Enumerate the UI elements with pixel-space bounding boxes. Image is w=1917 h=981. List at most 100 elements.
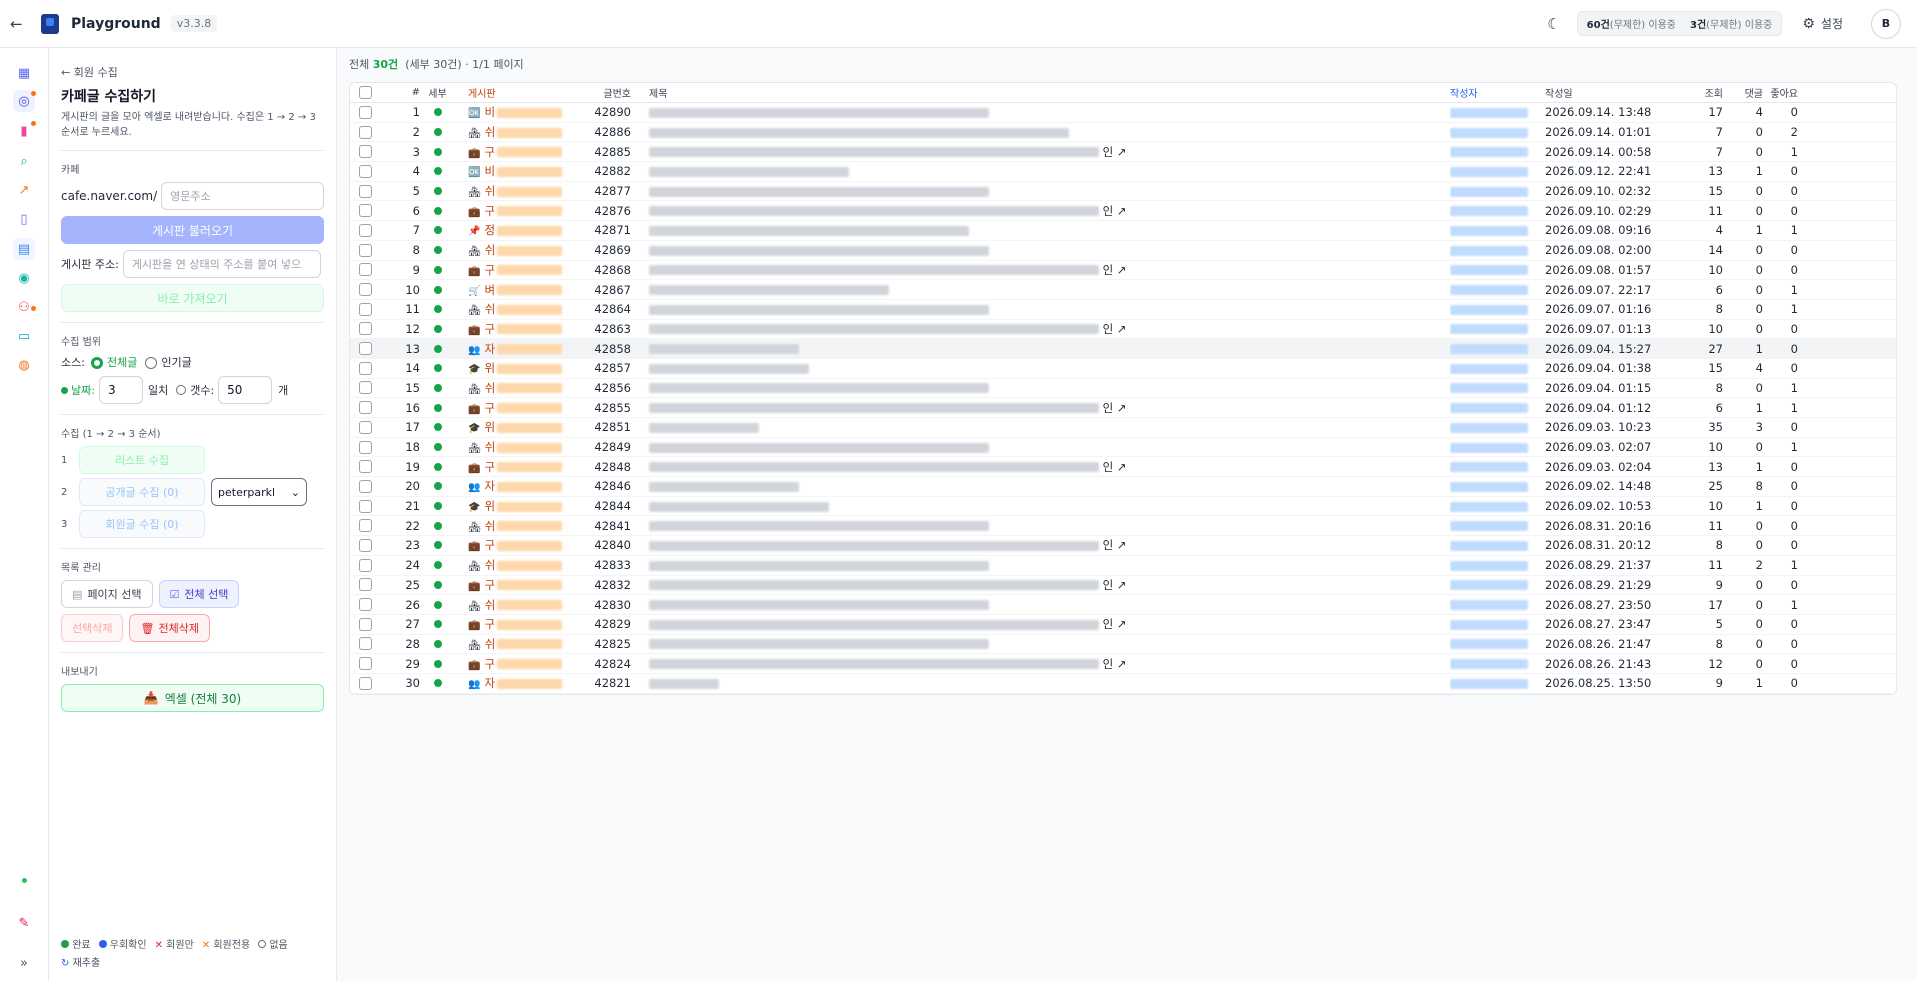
row-checkbox[interactable] bbox=[358, 204, 372, 218]
row-checkbox[interactable] bbox=[358, 105, 372, 119]
select-all-checkbox[interactable] bbox=[358, 86, 372, 99]
post-title-link[interactable] bbox=[635, 125, 1450, 139]
post-title-link[interactable] bbox=[635, 598, 1450, 612]
table-row[interactable]: 29 💼 구 42824 인 ↗ 2026.08.26. 21:43 12 0 0 bbox=[350, 654, 1896, 674]
list-collect-button[interactable]: 리스트 수집 bbox=[79, 446, 205, 474]
direct-fetch-button[interactable]: 바로 가져오기 bbox=[61, 284, 324, 312]
row-checkbox[interactable] bbox=[358, 637, 372, 651]
author-link[interactable] bbox=[1450, 204, 1545, 218]
post-title-link[interactable] bbox=[635, 676, 1450, 690]
chat-icon[interactable]: ◍ bbox=[13, 354, 35, 376]
table-row[interactable]: 24 🏘 쉬 42833 2026.08.29. 21:37 11 2 1 bbox=[350, 556, 1896, 576]
author-link[interactable] bbox=[1450, 499, 1545, 513]
excel-export-button[interactable]: 📥 엑셀 (전체 30) bbox=[61, 684, 324, 712]
post-title-link[interactable] bbox=[635, 361, 1450, 375]
source-all-radio[interactable]: 전체글 bbox=[90, 354, 137, 370]
row-checkbox[interactable] bbox=[358, 617, 372, 631]
table-row[interactable]: 15 🏘 쉬 42856 2026.09.04. 01:15 8 0 1 bbox=[350, 379, 1896, 399]
post-title-link[interactable]: 인 ↗ bbox=[635, 616, 1450, 632]
row-checkbox[interactable] bbox=[358, 283, 372, 297]
row-checkbox[interactable] bbox=[358, 381, 372, 395]
post-title-link[interactable]: 인 ↗ bbox=[635, 203, 1450, 219]
post-title-link[interactable] bbox=[635, 164, 1450, 178]
author-link[interactable] bbox=[1450, 578, 1545, 592]
dark-mode-icon[interactable]: ☾ bbox=[1547, 15, 1560, 33]
row-checkbox[interactable] bbox=[358, 479, 372, 493]
grid-icon[interactable]: ▦ bbox=[13, 62, 35, 84]
author-link[interactable] bbox=[1450, 223, 1545, 237]
author-link[interactable] bbox=[1450, 460, 1545, 474]
row-checkbox[interactable] bbox=[358, 184, 372, 198]
row-checkbox[interactable] bbox=[358, 322, 372, 336]
member-collect-button[interactable]: 회원글 수집 (0) bbox=[79, 510, 205, 538]
table-row[interactable]: 8 🏘 쉬 42869 2026.09.08. 02:00 14 0 0 bbox=[350, 241, 1896, 261]
table-row[interactable]: 25 💼 구 42832 인 ↗ 2026.08.29. 21:29 9 0 0 bbox=[350, 576, 1896, 596]
post-title-link[interactable] bbox=[635, 558, 1450, 572]
breadcrumb[interactable]: ← 회원 수집 bbox=[61, 64, 324, 80]
table-row[interactable]: 9 💼 구 42868 인 ↗ 2026.09.08. 01:57 10 0 0 bbox=[350, 261, 1896, 281]
author-link[interactable] bbox=[1450, 283, 1545, 297]
author-link[interactable] bbox=[1450, 598, 1545, 612]
row-checkbox[interactable] bbox=[358, 440, 372, 454]
author-link[interactable] bbox=[1450, 184, 1545, 198]
table-row[interactable]: 28 🏘 쉬 42825 2026.08.26. 21:47 8 0 0 bbox=[350, 635, 1896, 655]
table-row[interactable]: 22 🏘 쉬 42841 2026.08.31. 20:16 11 0 0 bbox=[350, 516, 1896, 537]
table-row[interactable]: 20 👥 자 42846 2026.09.02. 14:48 25 8 0 bbox=[350, 477, 1896, 497]
post-title-link[interactable] bbox=[635, 519, 1450, 533]
date-input[interactable]: 3 bbox=[98, 376, 143, 404]
row-checkbox[interactable] bbox=[358, 657, 372, 671]
author-link[interactable] bbox=[1450, 164, 1545, 178]
row-checkbox[interactable] bbox=[358, 499, 372, 513]
row-checkbox[interactable] bbox=[358, 676, 372, 690]
author-link[interactable] bbox=[1450, 263, 1545, 277]
count-input[interactable]: 50 bbox=[218, 376, 273, 404]
table-row[interactable]: 5 🏘 쉬 42877 2026.09.10. 02:32 15 0 0 bbox=[350, 182, 1896, 202]
post-title-link[interactable] bbox=[635, 283, 1450, 297]
author-link[interactable] bbox=[1450, 479, 1545, 493]
row-checkbox[interactable] bbox=[358, 342, 372, 356]
author-link[interactable] bbox=[1450, 125, 1545, 139]
post-title-link[interactable] bbox=[635, 420, 1450, 434]
row-checkbox[interactable] bbox=[358, 145, 372, 159]
row-checkbox[interactable] bbox=[358, 125, 372, 139]
table-row[interactable]: 30 👥 자 42821 2026.08.25. 13:50 9 1 0 bbox=[350, 674, 1896, 694]
author-link[interactable] bbox=[1450, 657, 1545, 671]
public-collect-button[interactable]: 공개글 수집 (0) bbox=[79, 478, 205, 506]
retry-legend[interactable]: ↻ 재추출 bbox=[61, 954, 100, 969]
table-row[interactable]: 23 💼 구 42840 인 ↗ 2026.08.31. 20:12 8 0 0 bbox=[350, 536, 1896, 556]
row-checkbox[interactable] bbox=[358, 578, 372, 592]
document-icon[interactable]: ▤ bbox=[13, 238, 35, 260]
author-link[interactable] bbox=[1450, 558, 1545, 572]
eye-icon[interactable]: ◉ bbox=[13, 267, 35, 289]
table-row[interactable]: 21 🎓 위 42844 2026.09.02. 10:53 10 1 0 bbox=[350, 497, 1896, 517]
table-row[interactable]: 6 💼 구 42876 인 ↗ 2026.09.10. 02:29 11 0 0 bbox=[350, 201, 1896, 222]
author-link[interactable] bbox=[1450, 145, 1545, 159]
author-link[interactable] bbox=[1450, 243, 1545, 257]
table-row[interactable]: 13 👥 자 42858 2026.09.04. 15:27 27 1 0 bbox=[350, 339, 1896, 359]
post-title-link[interactable] bbox=[635, 223, 1450, 237]
layers-icon[interactable]: ▯ bbox=[13, 208, 35, 230]
row-checkbox[interactable] bbox=[358, 263, 372, 277]
select-all-button[interactable]: ☑ 전체 선택 bbox=[158, 580, 240, 608]
table-row[interactable]: 2 🏘 쉬 42886 2026.09.14. 01:01 7 0 2 bbox=[350, 123, 1896, 143]
avatar[interactable]: B bbox=[1871, 8, 1901, 39]
table-row[interactable]: 7 📌 정 42871 2026.09.08. 09:16 4 1 1 bbox=[350, 221, 1896, 241]
post-title-link[interactable]: 인 ↗ bbox=[635, 459, 1450, 475]
post-title-link[interactable] bbox=[635, 184, 1450, 198]
row-checkbox[interactable] bbox=[358, 401, 372, 415]
row-checkbox[interactable] bbox=[358, 243, 372, 257]
author-link[interactable] bbox=[1450, 637, 1545, 651]
row-checkbox[interactable] bbox=[358, 302, 372, 316]
post-title-link[interactable]: 인 ↗ bbox=[635, 321, 1450, 337]
author-link[interactable] bbox=[1450, 322, 1545, 336]
delete-selected-button[interactable]: 선택삭제 bbox=[61, 614, 124, 642]
table-row[interactable]: 14 🎓 위 42857 2026.09.04. 01:38 15 4 0 bbox=[350, 359, 1896, 379]
account-select[interactable]: peterparkl ⌄ bbox=[211, 478, 307, 506]
settings-button[interactable]: ⚙ 설정 bbox=[1802, 15, 1843, 32]
post-title-link[interactable]: 인 ↗ bbox=[635, 537, 1450, 553]
post-title-link[interactable]: 인 ↗ bbox=[635, 144, 1450, 160]
author-link[interactable] bbox=[1450, 538, 1545, 552]
expand-icon[interactable]: » bbox=[13, 952, 35, 974]
row-checkbox[interactable] bbox=[358, 598, 372, 612]
trending-icon[interactable]: ↗ bbox=[13, 179, 35, 201]
